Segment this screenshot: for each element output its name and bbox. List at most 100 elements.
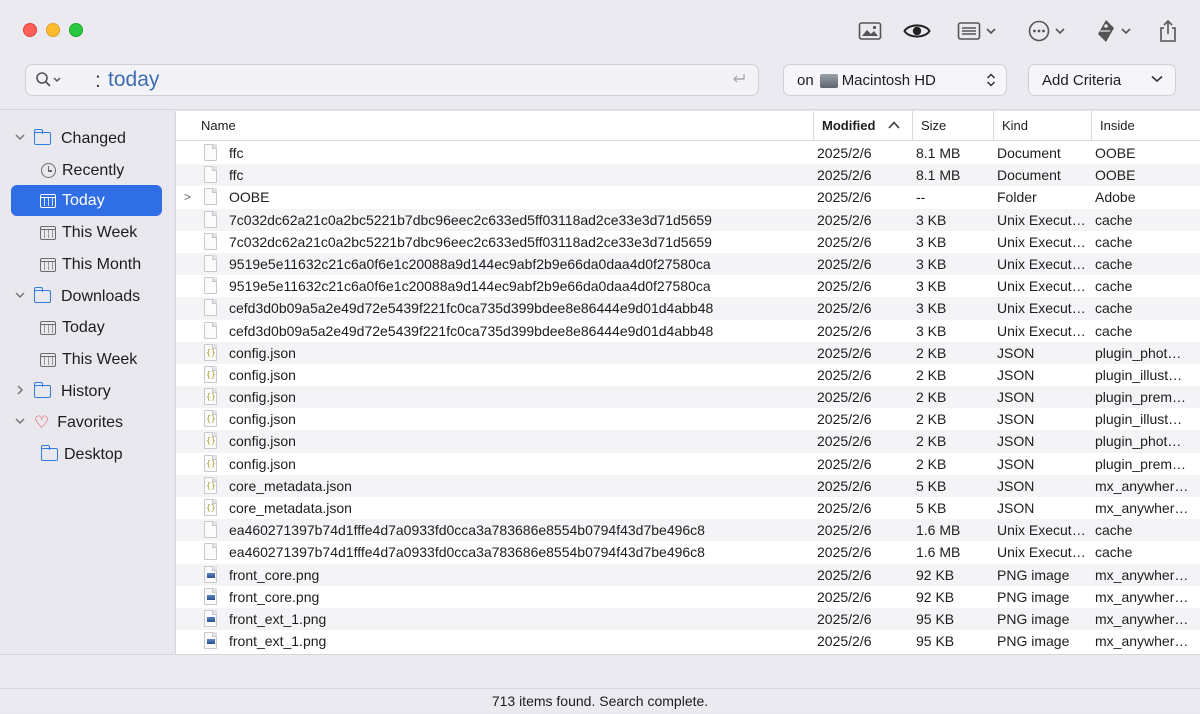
chevron-right-icon[interactable] bbox=[15, 385, 25, 395]
table-row[interactable]: config.json 2025/2/6 2 KB JSON plugin_phot… bbox=[176, 341, 1200, 364]
table-row[interactable]: ea460271397b74d1fffe4d7a0933fd0cca3a7836… bbox=[176, 541, 1200, 563]
json-file-icon bbox=[204, 365, 217, 384]
search-query[interactable]: today bbox=[108, 68, 159, 92]
table-row[interactable]: cefd3d0b09a5a2e49d72e5439f221fc0ca735d39… bbox=[176, 320, 1200, 342]
cell-size: 92 KB bbox=[916, 588, 955, 605]
cell-size: 3 KB bbox=[916, 255, 947, 272]
column-header-size[interactable]: Size bbox=[912, 111, 993, 141]
table-row[interactable]: config.json 2025/2/6 2 KB JSON plugin_phot… bbox=[176, 430, 1200, 453]
chevron-down-icon[interactable] bbox=[15, 132, 25, 142]
table-row[interactable]: core_metadata.json 2025/2/6 5 KB JSON mx_any… bbox=[176, 497, 1200, 519]
cell-inside: plugin_illust… bbox=[1095, 411, 1183, 428]
table-row[interactable]: 9519e5e11632c21c6a0f6e1c20088a9d144ec9ab… bbox=[176, 252, 1200, 276]
volume-prefix: on bbox=[797, 71, 814, 89]
table-row[interactable]: ffc 2025/2/6 8.1 MB Document OOBE bbox=[176, 142, 1200, 164]
sidebar-group-history[interactable]: History bbox=[11, 376, 162, 407]
cell-name: ffc bbox=[229, 167, 244, 184]
sidebar-item-label: This Week bbox=[62, 350, 138, 368]
table-row[interactable]: config.json 2025/2/6 2 KB JSON plugin_prem… bbox=[176, 453, 1200, 475]
cell-inside: plugin_illust… bbox=[1095, 366, 1183, 383]
json-file-icon bbox=[204, 388, 217, 406]
cell-inside: Adobe bbox=[1095, 189, 1136, 206]
sidebar-group-changed[interactable]: Changed bbox=[11, 123, 162, 154]
chevron-right-icon[interactable]: > bbox=[184, 186, 191, 208]
table-row[interactable]: config.json 2025/2/6 2 KB JSON plugin_illust… bbox=[176, 364, 1200, 386]
table-row[interactable]: core_metadata.json 2025/2/6 5 KB JSON mx_any… bbox=[176, 474, 1200, 497]
cell-kind: JSON bbox=[997, 389, 1035, 406]
results-pane: Name Modified Size Kind Inside ffc 2025/2… bbox=[175, 111, 1200, 654]
cell-name: cefd3d0b09a5a2e49d72e5439f221fc0ca735d39… bbox=[229, 322, 714, 339]
close-button[interactable] bbox=[23, 23, 37, 37]
cell-name: config.json bbox=[229, 455, 296, 472]
cell-size: 3 KB bbox=[916, 233, 947, 250]
cell-kind: Unix Execut… bbox=[997, 278, 1086, 295]
sort-ascending-icon bbox=[888, 121, 900, 129]
cell-kind: Unix Execut… bbox=[997, 522, 1086, 539]
sidebar-item-this-month[interactable]: This Month bbox=[11, 249, 162, 280]
sidebar-item-today[interactable]: Today bbox=[11, 185, 162, 216]
share-button[interactable] bbox=[1158, 16, 1178, 46]
table-row[interactable]: 9519e5e11632c21c6a0f6e1c20088a9d144ec9ab… bbox=[176, 275, 1200, 297]
cell-size: 1.6 MB bbox=[916, 544, 961, 561]
cell-size: 2 KB bbox=[916, 433, 947, 450]
table-row[interactable]: cefd3d0b09a5a2e49d72e5439f221fc0ca735d39… bbox=[176, 297, 1200, 320]
sidebar-item-downloads-this-week[interactable]: This Week bbox=[11, 344, 162, 375]
chevron-down-icon[interactable] bbox=[15, 416, 25, 426]
cell-modified: 2025/2/6 bbox=[817, 588, 872, 605]
search-icon[interactable] bbox=[35, 71, 65, 89]
minimize-button[interactable] bbox=[46, 23, 60, 37]
ellipsis-circle-icon bbox=[1028, 20, 1050, 42]
sidebar-item-label: Changed bbox=[61, 129, 126, 147]
cell-kind: JSON bbox=[997, 344, 1035, 361]
image-view-button[interactable] bbox=[858, 16, 882, 46]
cell-kind: Unix Execut… bbox=[997, 322, 1086, 339]
disk-icon bbox=[819, 74, 838, 88]
table-row[interactable]: front_core.png 2025/2/6 92 KB PNG image mx_a… bbox=[176, 563, 1200, 586]
search-field[interactable]: : today bbox=[25, 64, 759, 96]
cell-inside: mx_anywher… bbox=[1095, 633, 1189, 650]
table-row[interactable]: front_ext_1.png 2025/2/6 95 KB PNG image mx_… bbox=[176, 630, 1200, 652]
cell-size: 3 KB bbox=[916, 278, 947, 295]
image-file-icon bbox=[204, 609, 217, 627]
table-row[interactable]: > OOBE 2025/2/6 -- Folder Adobe bbox=[176, 186, 1200, 208]
column-header-inside[interactable]: Inside bbox=[1091, 111, 1200, 141]
table-row[interactable]: 7c032dc62a21c0a2bc5221b7dbc96eec2c633ed5… bbox=[176, 208, 1200, 231]
search-colon: : bbox=[95, 69, 101, 92]
zoom-button[interactable] bbox=[69, 23, 83, 37]
cell-size: 5 KB bbox=[916, 477, 947, 494]
table-row[interactable]: front_ext_1.png 2025/2/6 95 KB PNG image mx_… bbox=[176, 607, 1200, 631]
eye-icon bbox=[903, 24, 931, 38]
table-row[interactable]: config.json 2025/2/6 2 KB JSON plugin_illust… bbox=[176, 408, 1200, 430]
volume-selector[interactable]: on Macintosh HD bbox=[783, 64, 1007, 96]
view-options-button[interactable] bbox=[957, 16, 996, 46]
table-row[interactable]: ffc 2025/2/6 8.1 MB Document OOBE bbox=[176, 164, 1200, 187]
document-icon bbox=[204, 543, 217, 561]
quick-look-button[interactable] bbox=[903, 16, 931, 46]
tag-menu-button[interactable] bbox=[1096, 16, 1131, 46]
sidebar-item-desktop[interactable]: Desktop bbox=[11, 439, 162, 470]
table-row[interactable]: ea460271397b74d1fffe4d7a0933fd0cca3a7836… bbox=[176, 519, 1200, 542]
sidebar: Changed Recently Today This Week This Mo… bbox=[0, 111, 174, 654]
column-header-modified[interactable]: Modified bbox=[813, 111, 912, 141]
sidebar-item-recently[interactable]: Recently bbox=[11, 155, 162, 186]
column-header-kind[interactable]: Kind bbox=[993, 111, 1091, 141]
add-criteria-button[interactable]: Add Criteria bbox=[1028, 64, 1176, 96]
document-icon bbox=[204, 210, 217, 228]
sidebar-item-downloads-today[interactable]: Today bbox=[11, 312, 162, 343]
table-row[interactable]: front_core.png 2025/2/6 92 KB PNG image mx_a… bbox=[176, 586, 1200, 608]
cell-name: cefd3d0b09a5a2e49d72e5439f221fc0ca735d39… bbox=[229, 300, 714, 317]
sidebar-group-favorites[interactable]: ♡ Favorites bbox=[11, 407, 162, 438]
sidebar-item-this-week[interactable]: This Week bbox=[11, 217, 162, 248]
cell-modified: 2025/2/6 bbox=[817, 366, 872, 383]
cell-size: 92 KB bbox=[916, 566, 955, 583]
cell-size: 2 KB bbox=[916, 411, 947, 428]
column-header-name[interactable]: Name bbox=[176, 111, 813, 141]
table-row[interactable]: config.json 2025/2/6 2 KB JSON plugin_prem… bbox=[176, 386, 1200, 409]
cell-kind: JSON bbox=[997, 500, 1035, 516]
sidebar-item-label: This Month bbox=[62, 255, 142, 273]
sidebar-group-downloads[interactable]: Downloads bbox=[11, 281, 162, 312]
action-menu-button[interactable] bbox=[1028, 16, 1065, 46]
path-bar bbox=[0, 654, 1200, 688]
chevron-down-icon[interactable] bbox=[15, 290, 25, 300]
table-row[interactable]: 7c032dc62a21c0a2bc5221b7dbc96eec2c633ed5… bbox=[176, 231, 1200, 253]
